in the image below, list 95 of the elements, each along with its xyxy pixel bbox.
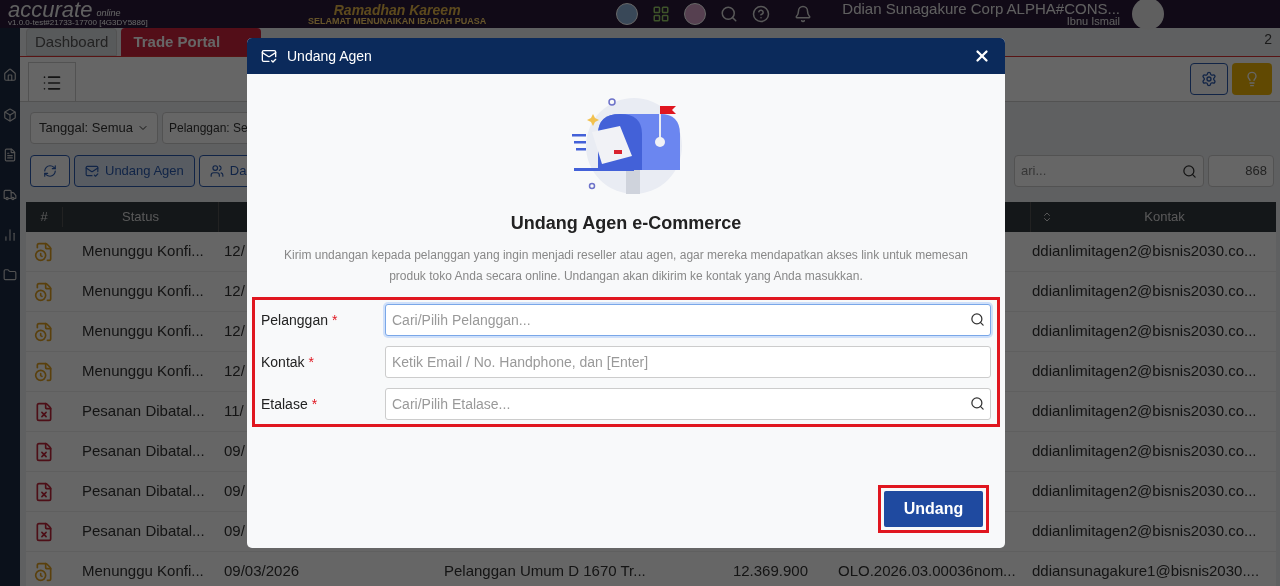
page-tab[interactable]: Trade Portal	[121, 28, 262, 56]
table-cell: ddianlimitagen2@bisnis2030.co...	[1032, 242, 1257, 260]
table-cell: ddianlimitagen2@bisnis2030.co...	[1032, 442, 1257, 460]
page-size-field[interactable]: 868	[1208, 155, 1274, 187]
table-cell: 09/	[224, 522, 245, 540]
field-label: Pelanggan	[261, 310, 328, 330]
chart-icon[interactable]	[3, 228, 17, 242]
pending-document-icon	[34, 561, 54, 582]
version-text: v1.0.0-test#21733-17700 [4G3DY5886]	[8, 18, 149, 27]
table-cell: OLO.2026.03.00036nom...	[838, 562, 1016, 580]
input-field[interactable]: Cari/Pilih Pelanggan...	[385, 304, 991, 336]
pending-document-icon	[34, 361, 54, 382]
banner-subtitle: SELAMAT MENUNAIKAN IBADAH PUASA	[308, 16, 487, 26]
tab-count[interactable]: 2	[1264, 29, 1272, 50]
cancelled-document-icon	[34, 521, 54, 542]
table-cell: 12/	[224, 322, 245, 340]
people-icon	[209, 164, 224, 178]
required-asterisk: *	[311, 394, 318, 414]
table-cell: 12/	[224, 242, 245, 260]
table-cell: 09/	[224, 482, 245, 500]
mail-check-icon	[261, 48, 277, 64]
table-cell: ddianlimitagen2@bisnis2030.co...	[1032, 362, 1257, 380]
lightbulb-icon	[1244, 71, 1260, 87]
table-cell: ddianlimitagen2@bisnis2030.co...	[1032, 282, 1257, 300]
table-cell: Menunggu Konfi...	[82, 282, 204, 300]
input-field[interactable]: Cari/Pilih Etalase...	[385, 388, 991, 420]
field-label: Etalase	[261, 394, 308, 414]
folder-icon[interactable]	[3, 268, 17, 282]
apps-icon[interactable]	[652, 5, 671, 23]
dialog-title: Undang Agen	[287, 46, 372, 66]
table-cell: Pelanggan Umum D 1670 Tr...	[444, 562, 646, 580]
refresh-button[interactable]	[30, 155, 70, 187]
mail-check-icon	[85, 164, 99, 178]
close-icon	[973, 47, 991, 65]
table-cell: ddianlimitagen2@bisnis2030.co...	[1032, 322, 1257, 340]
user-name: Ibnu Ismail	[1066, 16, 1120, 27]
notification-icon[interactable]	[794, 5, 813, 23]
table-cell: 12/	[224, 362, 245, 380]
required-asterisk: *	[308, 352, 315, 372]
dialog-heading: Undang Agen e-Commerce	[510, 212, 742, 235]
sort-icon[interactable]	[1041, 211, 1053, 223]
avatar-icon[interactable]	[684, 3, 707, 25]
list-view-tab[interactable]	[28, 62, 76, 102]
field-label: Kontak	[261, 352, 305, 372]
table-cell: ddianlimitagen2@bisnis2030.co...	[1032, 402, 1257, 420]
date-filter[interactable]: Tanggal: Semua	[30, 112, 158, 144]
invite-button[interactable]: Undang	[884, 491, 983, 527]
invite-agent-button[interactable]: Undang Agen	[74, 155, 195, 187]
pending-document-icon	[34, 321, 54, 342]
company-name: Ddian Sunagakure Corp ALPHA#CONS...	[842, 1, 1120, 16]
refresh-icon	[43, 164, 57, 178]
table-cell: 12.369.900	[732, 562, 808, 580]
table-cell: 09/	[224, 442, 245, 460]
pending-document-icon	[34, 241, 54, 262]
cancelled-document-icon	[34, 481, 54, 502]
pending-document-icon	[34, 281, 54, 302]
logo[interactable]: accurate	[8, 1, 93, 18]
settings-button[interactable]	[1190, 63, 1228, 95]
table-cell: Pesanan Dibatal...	[82, 402, 205, 420]
table-cell: Menunggu Konfi...	[82, 562, 204, 580]
box-icon[interactable]	[3, 108, 17, 122]
close-button[interactable]	[973, 47, 991, 65]
help-icon[interactable]	[752, 5, 771, 23]
settings-icon	[1201, 71, 1217, 87]
table-cell: Menunggu Konfi...	[82, 322, 204, 340]
logo-subtitle: online	[96, 8, 121, 18]
column-header[interactable]: Status	[62, 207, 218, 227]
table-cell: Pesanan Dibatal...	[82, 482, 205, 500]
truck-icon[interactable]	[3, 188, 17, 202]
required-asterisk: *	[331, 310, 338, 330]
page-tab[interactable]: Dashboard	[26, 28, 118, 56]
table-cell: 09/03/2026	[224, 562, 300, 580]
input-field[interactable]: Ketik Email / No. Handphone, dan [Enter]	[385, 346, 991, 378]
table-cell: Menunggu Konfi...	[82, 362, 204, 380]
column-header[interactable]: #	[26, 207, 62, 227]
search-icon[interactable]	[970, 396, 985, 411]
document-icon[interactable]	[3, 148, 17, 162]
column-header[interactable]: Kontak	[1053, 207, 1276, 227]
search-icon[interactable]	[970, 312, 985, 327]
home-icon[interactable]	[3, 68, 17, 82]
table-cell: ddianlimitagen2@bisnis2030.co...	[1032, 522, 1257, 540]
table-cell: 11/	[224, 402, 244, 420]
table-row[interactable]: Menunggu Konfi... 09/03/2026 Pelanggan Umum D 1670 Tr... 12.369.900 OLO.2026.03.00036nom... ddiansunagakure1@bisnis2030....	[26, 552, 1276, 586]
cancelled-document-icon	[34, 401, 54, 422]
user-avatar[interactable]	[1132, 0, 1164, 30]
table-cell: ddianlimitagen2@bisnis2030.co...	[1032, 482, 1257, 500]
dialog-description: Kirim undangan kepada pelanggan yang ingin menjadi reseller atau agen, agar mereka mendapatkan akses link untuk memesan produk toko Anda secara online. Undangan akan dikirim ke kontak yang Anda masukkan.	[283, 247, 969, 285]
avatar-icon[interactable]	[616, 3, 639, 25]
cancelled-document-icon	[34, 441, 54, 462]
table-cell: Pesanan Dibatal...	[82, 522, 205, 540]
banner-title: Ramadhan Kareem	[333, 2, 461, 17]
table-cell: Pesanan Dibatal...	[82, 442, 205, 460]
table-cell: Menunggu Konfi...	[82, 242, 204, 260]
table-cell: 12/	[224, 282, 245, 300]
table-cell: ddiansunagakure1@bisnis2030....	[1032, 562, 1260, 580]
